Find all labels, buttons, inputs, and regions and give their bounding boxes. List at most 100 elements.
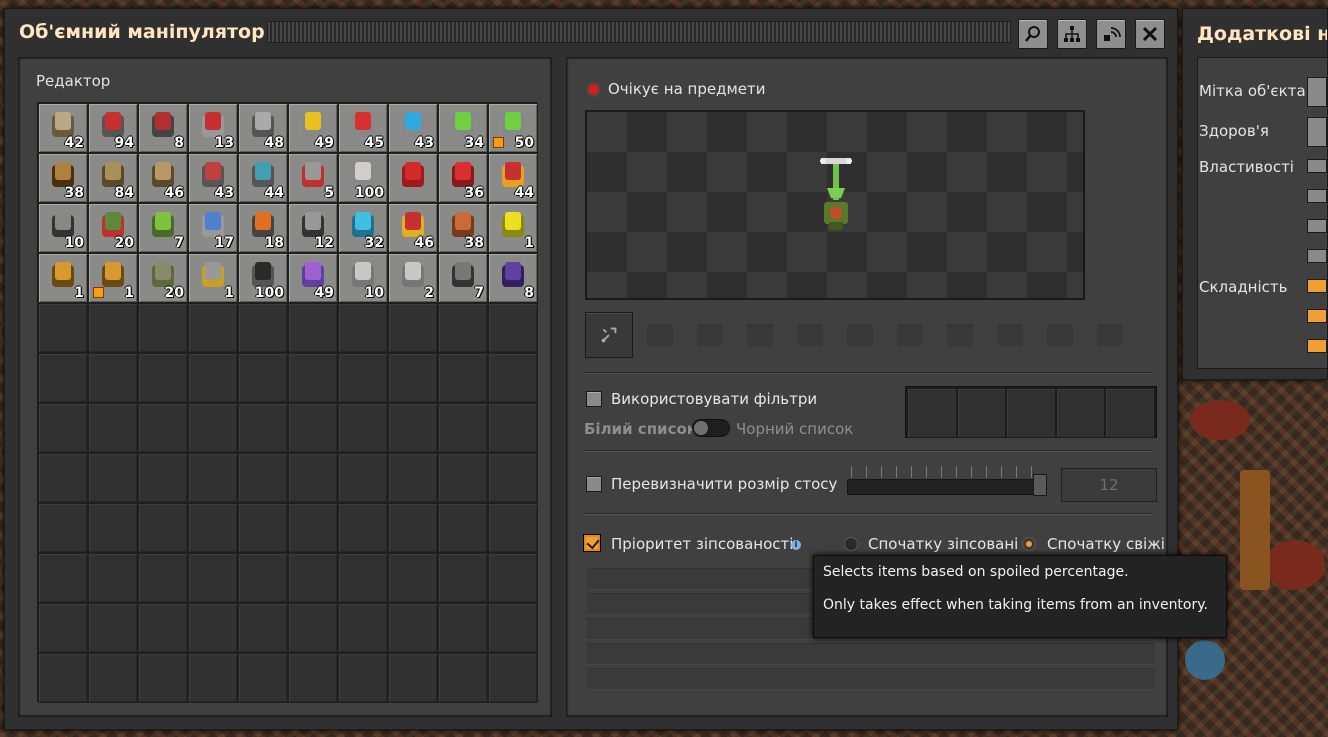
inventory-slot-rock[interactable]: 20	[138, 253, 188, 303]
inventory-slot-iron-chest[interactable]: 7	[438, 253, 488, 303]
circuit-network-button[interactable]	[1096, 19, 1126, 49]
difficulty-checkbox[interactable]	[1307, 309, 1327, 323]
entity-label-input[interactable]	[1307, 77, 1327, 107]
inventory-slot-empty[interactable]	[188, 403, 238, 453]
inventory-slot-empty[interactable]	[88, 653, 138, 703]
inventory-slot-empty[interactable]	[338, 653, 388, 703]
condition-slot[interactable]	[1097, 324, 1123, 346]
inventory-slot-robot[interactable]: 17	[188, 203, 238, 253]
inventory-slot-empty[interactable]	[488, 403, 538, 453]
inventory-slot-empty[interactable]	[238, 553, 288, 603]
inventory-slot-spider[interactable]: 12	[288, 203, 338, 253]
condition-slot[interactable]	[897, 324, 923, 346]
inventory-slot-empty[interactable]	[238, 503, 288, 553]
inventory-slot-empty[interactable]	[288, 553, 338, 603]
inventory-slot-empty[interactable]	[38, 403, 88, 453]
inventory-slot-empty[interactable]	[38, 453, 88, 503]
inventory-slot-pipeline[interactable]: 20	[88, 203, 138, 253]
use-filters-checkbox[interactable]	[586, 391, 602, 407]
inventory-slot-empty[interactable]	[388, 303, 438, 353]
inventory-slot-empty[interactable]	[438, 603, 488, 653]
inventory-slot-empty[interactable]	[388, 403, 438, 453]
inventory-slot-empty[interactable]	[238, 403, 288, 453]
inventory-slot-empty[interactable]	[488, 553, 538, 603]
inventory-slot-empty[interactable]	[188, 303, 238, 353]
inventory-slot-red-tile[interactable]	[388, 153, 438, 203]
inventory-slot-empty[interactable]	[438, 553, 488, 603]
inventory-slot-empty[interactable]	[388, 353, 438, 403]
inventory-slot-fire-tower[interactable]: 18	[238, 203, 288, 253]
inventory-slot-empty[interactable]	[38, 603, 88, 653]
inventory-slot-empty[interactable]	[238, 603, 288, 653]
inventory-slot-empty[interactable]	[288, 403, 338, 453]
inventory-slot-transport-belt[interactable]: 94	[88, 103, 138, 153]
inventory-slot-empty[interactable]	[438, 503, 488, 553]
inventory-slot-empty[interactable]	[188, 653, 238, 703]
inventory-slot-underground-belt[interactable]: 8	[138, 103, 188, 153]
inventory-slot-empty[interactable]	[338, 453, 388, 503]
inventory-slot-empty[interactable]	[38, 353, 88, 403]
search-button[interactable]	[1018, 19, 1048, 49]
inventory-slot-empty[interactable]	[438, 403, 488, 453]
filter-slot[interactable]	[1055, 388, 1106, 438]
inventory-slot-stone-brick[interactable]: 100	[338, 153, 388, 203]
inventory-slot-pipe[interactable]: 84	[88, 153, 138, 203]
condition-slot[interactable]	[947, 324, 973, 346]
inventory-slot-empty[interactable]	[288, 353, 338, 403]
title-drag-handle[interactable]	[267, 21, 1011, 43]
inventory-slot-empty[interactable]	[488, 603, 538, 653]
inventory-slot-electric-box[interactable]: 49	[288, 253, 338, 303]
spoiled-first-radio[interactable]	[844, 537, 858, 551]
inventory-slot-empty[interactable]	[388, 453, 438, 503]
stack-size-input[interactable]: 12	[1061, 468, 1157, 502]
inventory-slot-empty[interactable]	[138, 503, 188, 553]
inventory-slot-empty[interactable]	[438, 453, 488, 503]
inventory-slot-empty[interactable]	[388, 503, 438, 553]
inventory-slot-splitter[interactable]: 13	[188, 103, 238, 153]
inventory-slot-green-tank[interactable]: 7	[138, 203, 188, 253]
filter-slot[interactable]	[1105, 388, 1155, 438]
inventory-slot-empty[interactable]	[38, 553, 88, 603]
inventory-slot-empty[interactable]	[238, 303, 288, 353]
inventory-slot-empty[interactable]	[88, 603, 138, 653]
inventory-slot-empty[interactable]	[138, 353, 188, 403]
property-checkbox[interactable]	[1307, 189, 1327, 203]
inventory-slot-empty[interactable]	[238, 653, 288, 703]
inventory-slot-steel-plate[interactable]: 10	[338, 253, 388, 303]
inventory-slot-empty[interactable]	[188, 453, 238, 503]
condition-slot[interactable]	[697, 324, 723, 346]
inventory-slot-carbon-pile[interactable]: 100	[238, 253, 288, 303]
inventory-slot-empty[interactable]	[338, 353, 388, 403]
inventory-slot-steel-plate[interactable]: 2	[388, 253, 438, 303]
inventory-slot-red-pipe[interactable]: 36	[438, 153, 488, 203]
inventory-slot-inserter-blue[interactable]: 43	[388, 103, 438, 153]
filter-slot[interactable]	[956, 388, 1007, 438]
inventory-slot-power-pole[interactable]: 38	[38, 153, 88, 203]
inventory-slot-empty[interactable]	[438, 353, 488, 403]
inventory-slot-empty[interactable]	[338, 603, 388, 653]
inventory-slot-inserter-green[interactable]: 34	[438, 103, 488, 153]
inventory-slot-yellow-crystal[interactable]: 1	[488, 203, 538, 253]
info-icon[interactable]: i	[791, 540, 801, 550]
inventory-slot-empty[interactable]	[88, 453, 138, 503]
whitelist-blacklist-toggle[interactable]	[692, 419, 730, 437]
inventory-slot-empty[interactable]	[238, 353, 288, 403]
inventory-slot-empty[interactable]	[488, 303, 538, 353]
inventory-slot-empty[interactable]	[338, 403, 388, 453]
inventory-slot-empty[interactable]	[88, 303, 138, 353]
condition-slot[interactable]	[997, 324, 1023, 346]
inventory-slot-blue-orbs[interactable]: 32	[338, 203, 388, 253]
override-stack-checkbox[interactable]	[586, 476, 602, 492]
inventory-slot-inserter-red[interactable]: 45	[338, 103, 388, 153]
condition-slot[interactable]	[647, 324, 673, 346]
filter-slot[interactable]	[1006, 388, 1056, 438]
inventory-slot-empty[interactable]	[138, 603, 188, 653]
property-checkbox[interactable]	[1307, 219, 1327, 233]
inventory-slot-empty[interactable]	[388, 653, 438, 703]
inventory-slot-inserter-green[interactable]: 50	[488, 103, 538, 153]
inventory-slot-red-crate[interactable]: 46	[388, 203, 438, 253]
inventory-slot-loader[interactable]: 48	[238, 103, 288, 153]
inventory-slot-empty[interactable]	[38, 653, 88, 703]
inventory-slot-empty[interactable]	[288, 653, 338, 703]
inventory-slot-empty[interactable]	[338, 303, 388, 353]
